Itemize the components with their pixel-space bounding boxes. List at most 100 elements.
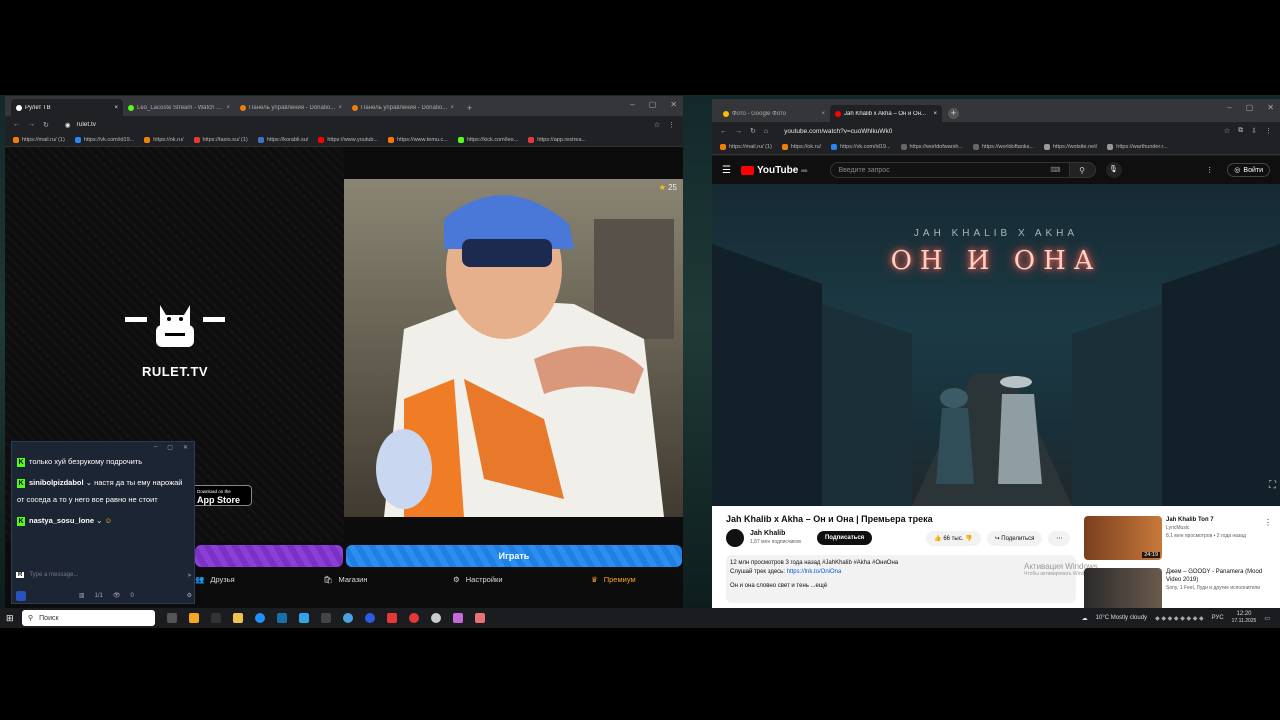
bookmark-item[interactable]: https://ok.ru/: [144, 136, 184, 143]
maximize-button[interactable]: ▢: [1246, 103, 1254, 112]
weather-icon[interactable]: ☁: [1082, 615, 1088, 622]
subscribe-button[interactable]: Подписаться: [816, 531, 873, 545]
nav-friends[interactable]: 👥 Друзья: [195, 575, 235, 584]
bookmark-item[interactable]: https://vk.com/id19...: [74, 136, 134, 143]
expand-icon[interactable]: ⛶: [1269, 480, 1276, 491]
bookmark-item[interactable]: https://korabli.su/: [257, 136, 308, 143]
send-icon[interactable]: ➤: [187, 572, 192, 579]
bookmark-item[interactable]: https://vk.com/id19...: [831, 144, 891, 150]
nav-settings[interactable]: ⚙ Настройки: [453, 575, 503, 584]
bookmark-item[interactable]: https://warthunder.r...: [1107, 144, 1168, 150]
steam-icon[interactable]: [277, 613, 287, 623]
sign-in-button[interactable]: ◎ Войти: [1227, 163, 1270, 177]
close-window-button[interactable]: ✕: [1267, 103, 1274, 112]
recommended-video[interactable]: Джем – GOODY - Panamera (Mood Video 2019…: [1084, 568, 1266, 608]
bookmark-item[interactable]: https://kick.com/leo...: [457, 136, 518, 143]
chat-input[interactable]: R Type a message... ➤: [16, 568, 192, 582]
edge-icon[interactable]: [255, 613, 265, 623]
menu-dots-icon[interactable]: ⋮: [1265, 127, 1272, 135]
nav-premium[interactable]: ♛ Премиум: [591, 575, 636, 584]
hamburger-menu-icon[interactable]: ☰: [722, 165, 731, 176]
maximize-button[interactable]: ▢: [167, 444, 173, 451]
tab-donation-2[interactable]: Панель управления - Donatio... ×: [347, 99, 459, 116]
extensions-icon[interactable]: ⧉: [1238, 127, 1243, 135]
tab-kick[interactable]: Leo_Lacoste Stream - Watch Le... ×: [123, 99, 235, 116]
close-icon[interactable]: ×: [338, 105, 342, 111]
windows-start-icon[interactable]: ⊞: [6, 613, 14, 624]
close-icon[interactable]: ×: [226, 105, 230, 111]
url-field[interactable]: youtube.com/watch?v=cuoWhlkuWk0: [776, 125, 1216, 137]
forward-icon[interactable]: →: [735, 128, 742, 135]
taskbar-search[interactable]: ⚲ Поиск: [22, 610, 155, 626]
app-icon[interactable]: [475, 613, 485, 623]
app-icon[interactable]: [387, 613, 397, 623]
close-window-button[interactable]: ✕: [183, 444, 188, 451]
youtube-logo[interactable]: YouTube MD: [740, 165, 808, 176]
reload-icon[interactable]: ↻: [43, 121, 49, 129]
bookmark-item[interactable]: https://worldofwarsh...: [900, 144, 963, 150]
search-button[interactable]: ⚲: [1069, 162, 1096, 178]
terminal-icon[interactable]: [211, 613, 221, 623]
close-icon[interactable]: ×: [114, 105, 118, 111]
channel-name[interactable]: Jah Khalib: [750, 529, 801, 538]
clock[interactable]: 12:20 17.11.2025: [1232, 611, 1257, 625]
telegram-icon[interactable]: [299, 613, 309, 623]
bookmark-item[interactable]: https://worldoftanks...: [973, 144, 1034, 150]
share-button[interactable]: ↪ Поделиться: [986, 530, 1043, 546]
language-indicator[interactable]: РУС: [1212, 615, 1224, 621]
minimize-button[interactable]: –: [1227, 103, 1231, 112]
reload-icon[interactable]: ↻: [750, 127, 756, 135]
description-link[interactable]: https://lnk.to/OniOna: [787, 569, 842, 575]
close-window-button[interactable]: ✕: [670, 100, 677, 109]
app-store-button[interactable]: Download on the App Store: [186, 485, 252, 506]
bookmark-item[interactable]: https://taxio.su/ (1): [193, 136, 248, 143]
gear-icon[interactable]: ⚙: [187, 592, 192, 599]
tray-icons[interactable]: ◆ ◆ ◆ ◆ ◆ ◆ ◆ ◆: [1155, 615, 1204, 622]
minimize-button[interactable]: –: [630, 100, 634, 109]
bookmark-item[interactable]: https://mail.ru/ (1): [13, 136, 65, 143]
bookmark-item[interactable]: https://app.restrea...: [528, 136, 586, 143]
bookmark-star-icon[interactable]: ☆: [654, 121, 660, 129]
obs-icon[interactable]: [431, 613, 441, 623]
bookmark-item[interactable]: https://mail.ru/ (1): [720, 144, 772, 150]
app-icon[interactable]: [189, 613, 199, 623]
bookmark-item[interactable]: https://ok.ru/: [781, 144, 821, 150]
chrome-icon[interactable]: [409, 613, 419, 623]
tab-google-photos[interactable]: Фото - Google Фото ×: [718, 105, 830, 122]
app-icon[interactable]: [365, 613, 375, 623]
download-icon[interactable]: ⇩: [1251, 127, 1257, 135]
forward-icon[interactable]: →: [28, 121, 35, 128]
site-info-icon[interactable]: ◉: [65, 121, 71, 129]
bookmark-item[interactable]: https://wotsite.net/: [1043, 144, 1097, 150]
app-icon[interactable]: [453, 613, 463, 623]
purple-action-button[interactable]: [195, 545, 343, 567]
close-icon[interactable]: ×: [450, 105, 454, 111]
menu-dots-icon[interactable]: ⋮: [668, 121, 675, 129]
more-actions-button[interactable]: ⋯: [1048, 530, 1071, 546]
close-icon[interactable]: ×: [821, 111, 825, 117]
minimize-button[interactable]: –: [154, 444, 157, 451]
keyboard-icon[interactable]: ⌨: [1050, 166, 1060, 174]
bookmark-star-icon[interactable]: ☆: [1224, 127, 1230, 135]
more-options-icon[interactable]: ⋮: [1206, 166, 1213, 174]
bookmark-item[interactable]: https://www.temu.c...: [388, 136, 448, 143]
video-thumbnail[interactable]: [1084, 568, 1162, 608]
thumbs-down-icon[interactable]: 👎: [965, 536, 972, 542]
more-options-icon[interactable]: ⋮: [1264, 518, 1272, 527]
app-icon[interactable]: [321, 613, 331, 623]
microphone-icon[interactable]: 🎙: [1105, 162, 1122, 178]
video-thumbnail[interactable]: 24:19: [1084, 516, 1162, 560]
close-icon[interactable]: ×: [933, 111, 937, 117]
nav-shop[interactable]: 🛍 Магазин: [323, 575, 367, 584]
tab-donation-1[interactable]: Панель управления - Donatio... ×: [235, 99, 347, 116]
recommended-video[interactable]: 24:19 Jah Khalib Топ 7 LyricMusic 8,1 млн …: [1084, 516, 1266, 560]
task-view-icon[interactable]: [167, 613, 177, 623]
bookmark-item[interactable]: https://www.youtub...: [318, 136, 378, 143]
video-player[interactable]: JAH KHALIB X AKHA ОН И ОНА ⛶: [712, 184, 1280, 506]
tab-youtube[interactable]: Jah Khalib x Akha – Он и Он... ×: [830, 105, 942, 122]
browser-icon[interactable]: [343, 613, 353, 623]
new-tab-button[interactable]: +: [467, 103, 472, 113]
like-button[interactable]: 👍 66 тыс. 👎: [926, 530, 981, 546]
new-tab-button[interactable]: +: [948, 108, 959, 119]
back-icon[interactable]: ←: [720, 128, 727, 135]
